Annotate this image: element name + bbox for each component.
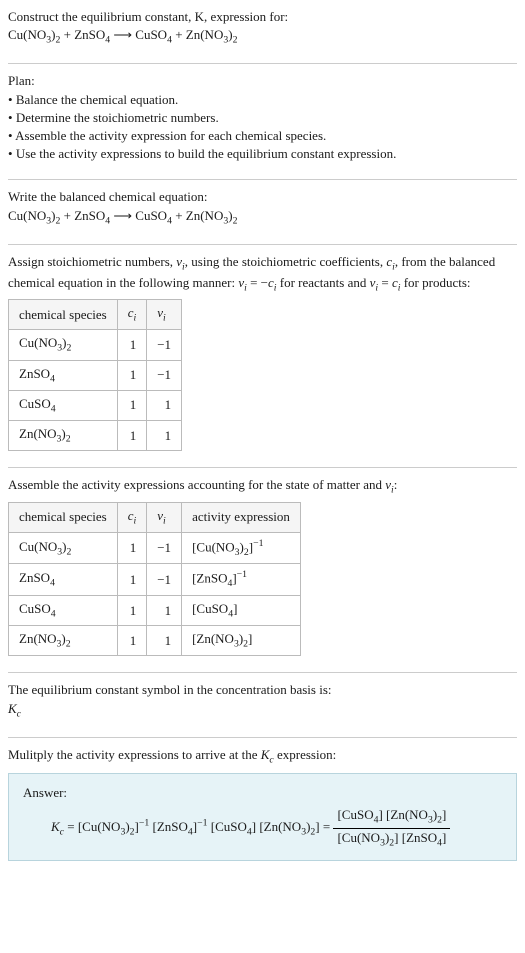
col-vi: νi [147,502,182,532]
cell-species: ZnSO4 [9,360,118,390]
cell-ci: 1 [117,390,147,420]
plan-item: • Balance the chemical equation. [8,91,517,109]
table-row: ZnSO4 1 −1 [9,360,182,390]
cell-species: ZnSO4 [9,564,118,596]
intro-section: Construct the equilibrium constant, K, e… [8,8,517,55]
cell-ci: 1 [117,626,147,656]
cell-species: Zn(NO3)2 [9,421,118,451]
divider [8,737,517,738]
answer-box: Answer: Kc = [Cu(NO3)2]−1 [ZnSO4]−1 [CuS… [8,773,517,861]
cell-vi: 1 [147,421,182,451]
table-row: Cu(NO3)2 1 −1 [Cu(NO3)2]−1 [9,532,301,564]
multiply-header: Mulitply the activity expressions to arr… [8,746,517,767]
symbol-line2: Kc [8,700,517,721]
answer-expression: Kc = [Cu(NO3)2]−1 [ZnSO4]−1 [CuSO4] [Zn(… [23,806,502,849]
plan-item: • Use the activity expressions to build … [8,145,517,163]
assign-text: Assign stoichiometric numbers, νi, using… [8,253,517,295]
divider [8,63,517,64]
plan-item: • Determine the stoichiometric numbers. [8,109,517,127]
answer-label: Answer: [23,784,502,802]
divider [8,467,517,468]
cell-activity: [ZnSO4]−1 [182,564,301,596]
table-header-row: chemical species ci νi activity expressi… [9,502,301,532]
symbol-section: The equilibrium constant symbol in the c… [8,681,517,728]
table-row: CuSO4 1 1 [9,390,182,420]
balanced-equation: Cu(NO3)2 + ZnSO4 ⟶ CuSO4 + Zn(NO3)2 [8,207,517,228]
symbol-line1: The equilibrium constant symbol in the c… [8,681,517,699]
plan-section: Plan: • Balance the chemical equation. •… [8,72,517,171]
cell-activity: [Cu(NO3)2]−1 [182,532,301,564]
table-row: ZnSO4 1 −1 [ZnSO4]−1 [9,564,301,596]
cell-activity: [CuSO4] [182,596,301,626]
col-activity: activity expression [182,502,301,532]
table-header-row: chemical species ci νi [9,300,182,330]
answer-lhs: Kc = [Cu(NO3)2]−1 [ZnSO4]−1 [CuSO4] [Zn(… [51,819,333,834]
balanced-header: Write the balanced chemical equation: [8,188,517,206]
cell-species: Cu(NO3)2 [9,532,118,564]
cell-vi: −1 [147,564,182,596]
fraction-numerator: [CuSO4] [Zn(NO3)2] [333,806,450,828]
col-vi: νi [147,300,182,330]
cell-vi: 1 [147,626,182,656]
cell-vi: 1 [147,390,182,420]
cell-ci: 1 [117,360,147,390]
stoich-table: chemical species ci νi Cu(NO3)2 1 −1 ZnS… [8,299,182,451]
cell-vi: −1 [147,330,182,360]
divider [8,179,517,180]
col-species: chemical species [9,502,118,532]
activity-table: chemical species ci νi activity expressi… [8,502,301,657]
multiply-section: Mulitply the activity expressions to arr… [8,746,517,869]
table-row: CuSO4 1 1 [CuSO4] [9,596,301,626]
cell-vi: 1 [147,596,182,626]
cell-ci: 1 [117,330,147,360]
divider [8,672,517,673]
table-row: Zn(NO3)2 1 1 [9,421,182,451]
fraction-denominator: [Cu(NO3)2] [ZnSO4] [333,829,450,850]
cell-vi: −1 [147,360,182,390]
activity-section: Assemble the activity expressions accoun… [8,476,517,664]
intro-equation: Cu(NO3)2 + ZnSO4 ⟶ CuSO4 + Zn(NO3)2 [8,26,517,47]
answer-fraction: [CuSO4] [Zn(NO3)2][Cu(NO3)2] [ZnSO4] [333,806,450,849]
col-ci: ci [117,502,147,532]
cell-ci: 1 [117,596,147,626]
plan-header: Plan: [8,72,517,90]
cell-species: CuSO4 [9,390,118,420]
cell-species: Zn(NO3)2 [9,626,118,656]
col-species: chemical species [9,300,118,330]
assign-section: Assign stoichiometric numbers, νi, using… [8,253,517,460]
table-row: Zn(NO3)2 1 1 [Zn(NO3)2] [9,626,301,656]
table-row: Cu(NO3)2 1 −1 [9,330,182,360]
cell-vi: −1 [147,532,182,564]
cell-ci: 1 [117,564,147,596]
balanced-section: Write the balanced chemical equation: Cu… [8,188,517,235]
col-ci: ci [117,300,147,330]
divider [8,244,517,245]
plan-item: • Assemble the activity expression for e… [8,127,517,145]
intro-line: Construct the equilibrium constant, K, e… [8,8,517,26]
cell-species: Cu(NO3)2 [9,330,118,360]
cell-ci: 1 [117,532,147,564]
cell-activity: [Zn(NO3)2] [182,626,301,656]
cell-species: CuSO4 [9,596,118,626]
activity-header: Assemble the activity expressions accoun… [8,476,517,497]
cell-ci: 1 [117,421,147,451]
